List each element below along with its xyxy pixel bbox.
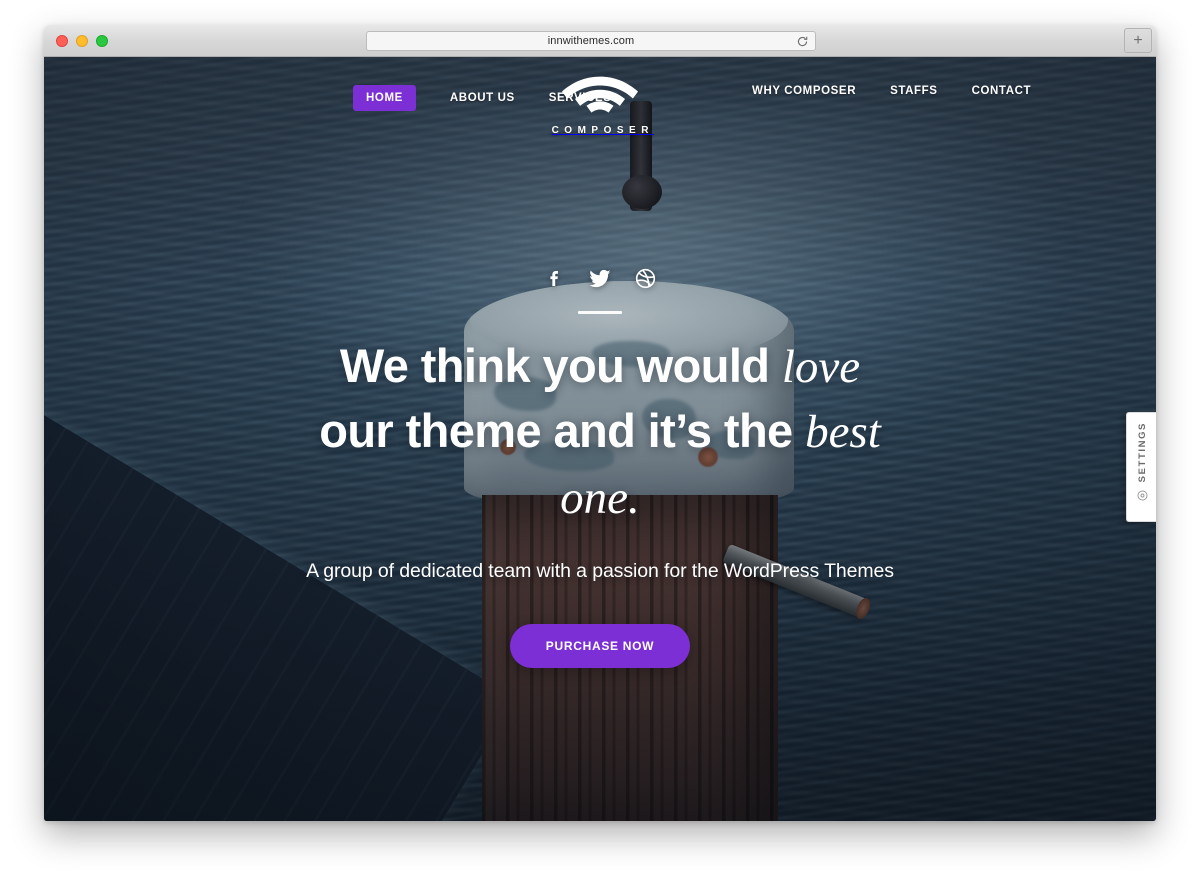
- settings-tab-label: SETTINGS: [1136, 422, 1148, 483]
- new-tab-button[interactable]: +: [1124, 28, 1152, 53]
- window-controls: [56, 35, 108, 47]
- nav-item-why-composer[interactable]: WHY COMPOSER: [752, 85, 856, 97]
- settings-tab[interactable]: SETTINGS: [1126, 412, 1156, 522]
- hero-heading-line1-emphasis: love: [781, 341, 861, 393]
- nav-group-right: WHY COMPOSER STAFFS CONTACT: [700, 57, 1032, 97]
- site-logo[interactable]: COMPOSER: [500, 57, 700, 136]
- nav-group-left: HOME ABOUT US SERVICES: [170, 57, 611, 111]
- address-bar-url: innwithemes.com: [547, 35, 635, 47]
- twitter-icon[interactable]: [587, 265, 613, 291]
- social-links: [542, 265, 658, 291]
- reload-icon[interactable]: [796, 35, 809, 48]
- nav-item-staffs[interactable]: STAFFS: [890, 85, 937, 97]
- hero-divider: [578, 311, 622, 314]
- address-bar[interactable]: innwithemes.com: [366, 31, 816, 51]
- hero-section: We think you would love our theme and it…: [44, 57, 1156, 821]
- new-tab-label: +: [1133, 31, 1143, 49]
- minimize-window-button[interactable]: [76, 35, 88, 47]
- hero-heading-line2-emphasis: best: [805, 406, 881, 459]
- maximize-window-button[interactable]: [96, 35, 108, 47]
- hero-subtitle: A group of dedicated team with a passion…: [306, 560, 894, 583]
- nav-item-home[interactable]: HOME: [353, 85, 416, 111]
- hero-heading-line1-plain: We think you would: [339, 339, 782, 392]
- purchase-now-button[interactable]: PURCHASE NOW: [509, 624, 691, 669]
- hero-heading: We think you would love our theme and it…: [319, 334, 881, 530]
- browser-titlebar: innwithemes.com +: [44, 25, 1156, 57]
- browser-window: innwithemes.com + HOME ABOUT US COMPOSER…: [44, 25, 1156, 821]
- logo-wordmark: COMPOSER: [551, 125, 654, 136]
- page-viewport: HOME ABOUT US SERVICES COMPOSER WHY COMP…: [44, 57, 1156, 821]
- close-window-button[interactable]: [56, 35, 68, 47]
- hero-heading-line2-plain: our theme and it’s the: [319, 404, 806, 458]
- site-navigation: HOME ABOUT US SERVICES COMPOSER WHY COMP…: [44, 57, 1156, 157]
- hero-heading-line3-emphasis: one.: [560, 471, 640, 524]
- facebook-icon[interactable]: [542, 265, 568, 291]
- wifi-arcs-icon: [562, 73, 638, 117]
- nav-item-contact[interactable]: CONTACT: [972, 85, 1032, 97]
- gear-icon: [1136, 489, 1149, 502]
- dribbble-icon[interactable]: [632, 265, 658, 291]
